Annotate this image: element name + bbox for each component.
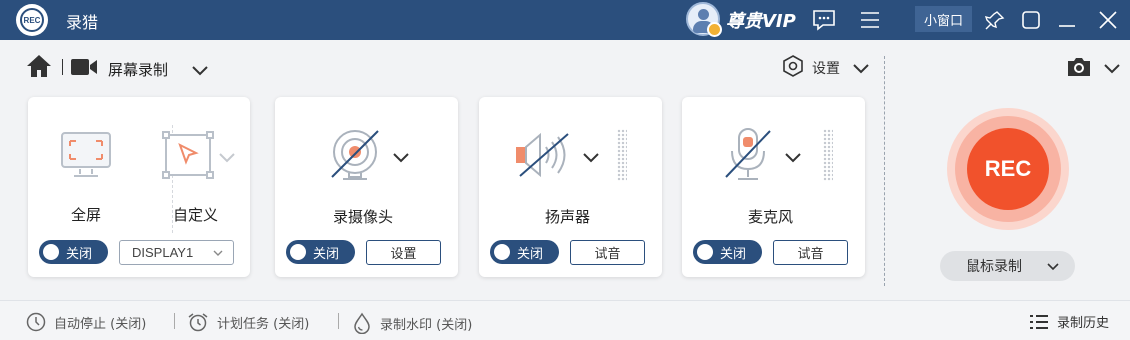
mode-label[interactable]: 屏幕录制 — [108, 59, 168, 80]
home-icon[interactable] — [26, 54, 52, 78]
display-select[interactable]: DISPLAY1 — [119, 240, 234, 265]
chevron-down-icon[interactable] — [392, 148, 410, 166]
chevron-down-icon[interactable] — [1103, 59, 1121, 77]
chevron-down-icon[interactable] — [852, 59, 870, 77]
fullscreen-label[interactable]: 全屏 — [71, 204, 101, 225]
divider — [338, 313, 339, 329]
app-logo: REC — [16, 4, 48, 36]
speaker-label: 扬声器 — [545, 208, 591, 226]
microphone-card: 麦克风 关闭 试音 — [682, 97, 865, 277]
screen-card: 全屏 自定义 关闭 DISPLAY1 — [28, 97, 250, 277]
minimize-icon[interactable] — [1053, 6, 1081, 34]
mouse-record-dropdown[interactable]: 鼠标录制 — [940, 251, 1075, 281]
auto-stop-label: 自动停止 (关闭) — [54, 316, 147, 332]
title-bar: REC 录猎 尊贵VIP 小窗口 — [0, 0, 1130, 40]
speaker-test-button[interactable]: 试音 — [570, 240, 645, 265]
webcam-label: 录摄像头 — [333, 208, 394, 226]
chevron-down-icon[interactable] — [784, 148, 802, 166]
toggle-label: 关闭 — [720, 247, 747, 262]
custom-region-icon[interactable] — [162, 131, 214, 185]
clock-icon — [26, 312, 46, 332]
app-logo-text: REC — [20, 8, 44, 32]
watermark-label: 录制水印 (关闭) — [380, 317, 473, 333]
speaker-off-icon[interactable] — [514, 130, 574, 184]
custom-label[interactable]: 自定义 — [173, 204, 218, 225]
status-bar: 自动停止 (关闭) 计划任务 (关闭) 录制水印 (关闭) 录制历史 — [0, 300, 1130, 340]
user-avatar[interactable] — [686, 2, 722, 37]
toggle-label: 关闭 — [313, 247, 340, 262]
toggle-label: 关闭 — [517, 247, 544, 262]
restore-icon[interactable] — [1017, 6, 1045, 34]
divider — [62, 59, 63, 75]
watermark-item[interactable]: 录制水印 (关闭) — [352, 312, 472, 334]
chevron-down-icon[interactable] — [218, 148, 236, 166]
schedule-item[interactable]: 计划任务 (关闭) — [187, 312, 309, 332]
message-icon[interactable] — [810, 6, 838, 34]
webcam-off-icon[interactable] — [328, 127, 382, 187]
history-label: 录制历史 — [1057, 316, 1110, 331]
auto-stop-item[interactable]: 自动停止 (关闭) — [26, 312, 146, 332]
vip-label[interactable]: 尊贵VIP — [726, 7, 796, 33]
microphone-label: 麦克风 — [748, 208, 794, 226]
divider — [884, 56, 885, 286]
speaker-card: 扬声器 关闭 试音 — [479, 97, 662, 277]
pin-icon[interactable] — [981, 6, 1009, 34]
camera-snapshot-icon[interactable] — [1066, 56, 1092, 78]
screen-toggle[interactable]: 关闭 — [39, 240, 108, 264]
chevron-down-icon[interactable] — [582, 148, 600, 166]
microphone-toggle[interactable]: 关闭 — [693, 240, 762, 264]
mouse-record-label: 鼠标录制 — [966, 259, 1022, 275]
mic-level-meter — [823, 129, 833, 181]
webcam-toggle[interactable]: 关闭 — [286, 240, 355, 264]
fullscreen-monitor-icon[interactable] — [60, 131, 112, 185]
microphone-off-icon[interactable] — [720, 127, 776, 187]
water-drop-icon — [354, 312, 370, 334]
speaker-toggle[interactable]: 关闭 — [490, 240, 559, 264]
settings-label[interactable]: 设置 — [812, 58, 840, 78]
chevron-down-icon — [213, 250, 223, 256]
settings-icon[interactable] — [782, 55, 804, 77]
menu-icon[interactable] — [856, 6, 884, 34]
alarm-clock-icon — [188, 313, 208, 332]
mini-window-button[interactable]: 小窗口 — [915, 6, 972, 32]
rec-button[interactable]: REC — [967, 128, 1049, 210]
webcam-card: 录摄像头 关闭 设置 — [275, 97, 458, 277]
close-icon[interactable] — [1094, 6, 1122, 34]
display-select-value: DISPLAY1 — [132, 245, 194, 260]
video-camera-icon — [70, 57, 98, 77]
microphone-test-button[interactable]: 试音 — [773, 240, 848, 265]
toolbar: 屏幕录制 设置 — [0, 40, 1130, 95]
volume-level-meter — [617, 129, 627, 181]
chevron-down-icon[interactable] — [191, 61, 209, 79]
toggle-label: 关闭 — [66, 247, 93, 262]
webcam-settings-button[interactable]: 设置 — [366, 240, 441, 265]
vip-badge-icon — [707, 22, 722, 37]
history-item[interactable]: 录制历史 — [1029, 312, 1109, 331]
divider — [174, 313, 175, 329]
chevron-down-icon — [1047, 263, 1059, 271]
schedule-label: 计划任务 (关闭) — [217, 316, 310, 332]
app-title: 录猎 — [66, 13, 99, 32]
list-icon — [1030, 314, 1048, 329]
